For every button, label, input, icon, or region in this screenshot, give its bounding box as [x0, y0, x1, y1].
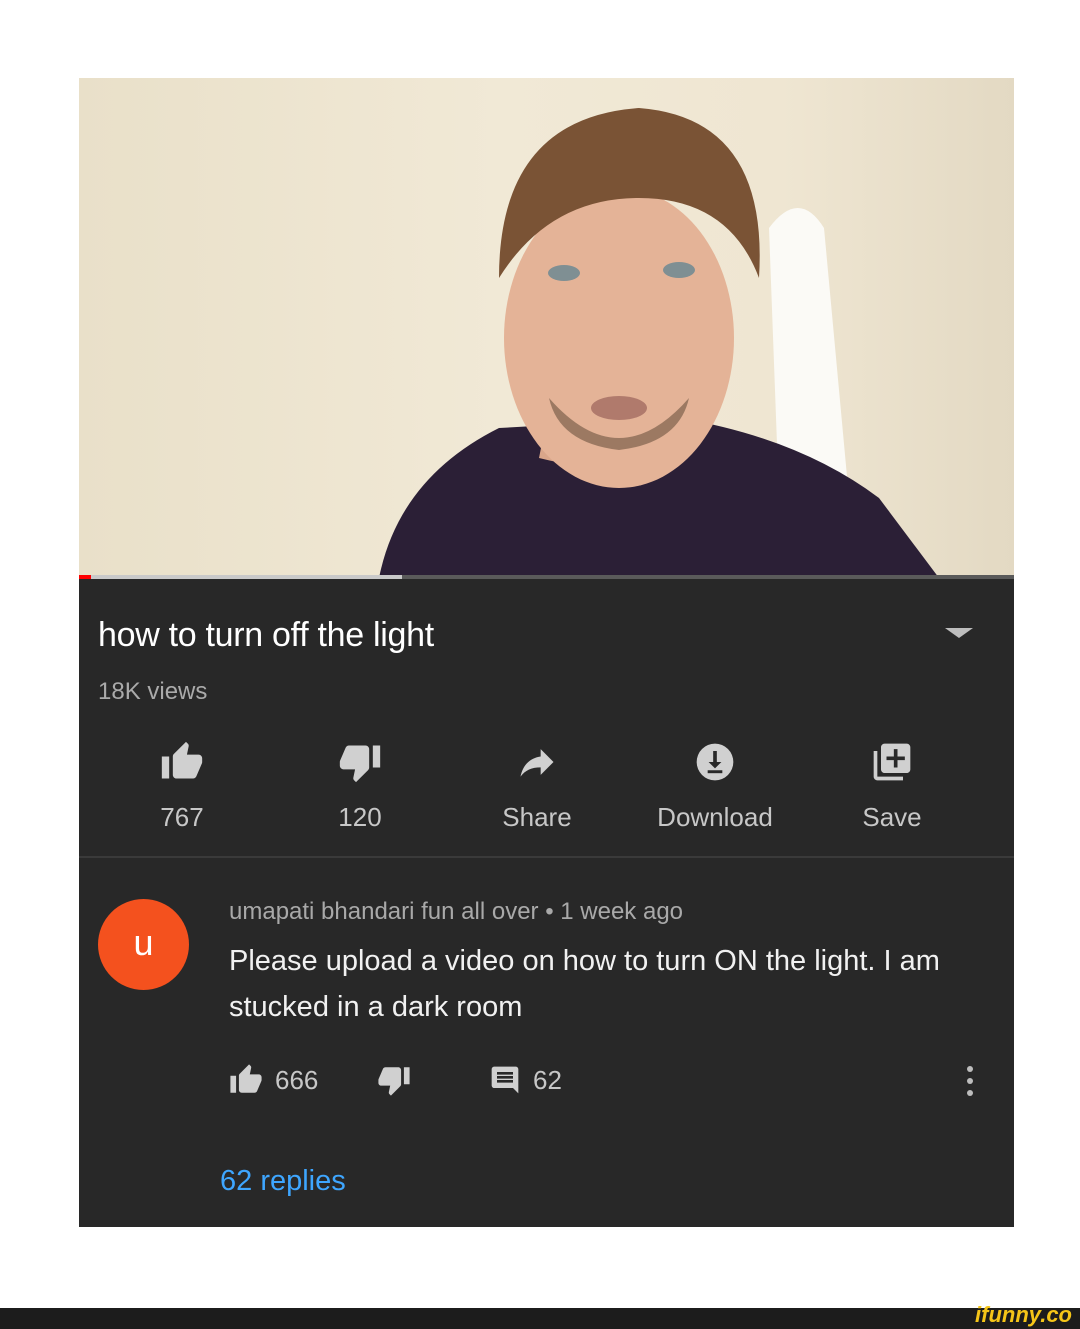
expand-description-icon[interactable]	[945, 628, 973, 638]
avatar[interactable]: u	[98, 899, 189, 990]
progress-buffered	[79, 575, 402, 579]
eye-left	[548, 265, 580, 281]
eye-right	[663, 262, 695, 278]
comment-icon	[491, 1066, 519, 1094]
like-button[interactable]: 767	[102, 740, 262, 833]
save-playlist-icon	[873, 743, 911, 781]
mouth-shape	[591, 396, 647, 420]
share-button[interactable]: Share	[457, 740, 617, 833]
view-count: 18K views	[98, 678, 208, 705]
comment-reply-button[interactable]: 62	[489, 1063, 562, 1097]
comment-dislike-button[interactable]	[377, 1063, 411, 1097]
footer-bar: ifunny.co	[0, 1302, 1080, 1329]
save-button[interactable]: Save	[812, 740, 972, 833]
share-label: Share	[502, 802, 572, 832]
view-replies-link[interactable]: 62 replies	[220, 1165, 346, 1198]
comment-like-count: 666	[275, 1064, 319, 1095]
dislike-count: 120	[338, 802, 382, 832]
thumbs-up-icon	[161, 741, 203, 779]
section-divider	[79, 856, 1014, 858]
video-title: how to turn off the light	[98, 616, 434, 654]
comment-text: Please upload a video on how to turn ON …	[229, 945, 940, 1023]
video-progress-bar[interactable]	[79, 575, 1014, 579]
download-label: Download	[657, 802, 773, 832]
download-button[interactable]: Download	[635, 740, 795, 833]
watermark-logo: ifunny.co	[975, 1302, 1072, 1327]
like-count: 767	[160, 802, 204, 832]
more-options-icon[interactable]	[965, 1066, 975, 1102]
save-label: Save	[862, 802, 922, 832]
video-card: how to turn off the light 18K views 767 …	[79, 78, 1014, 1227]
progress-played	[79, 575, 91, 579]
video-frame-illustration	[379, 108, 939, 578]
video-player[interactable]	[79, 78, 1014, 578]
thumbs-up-icon	[230, 1064, 262, 1093]
thumbs-down-icon	[378, 1067, 410, 1096]
share-icon	[520, 749, 554, 777]
comment-reply-count: 62	[533, 1064, 562, 1095]
dislike-button[interactable]: 120	[280, 740, 440, 833]
thumbs-down-icon	[339, 745, 381, 783]
comment-like-button[interactable]: 666	[229, 1063, 318, 1097]
comment-author-meta: umapati bhandari fun all over • 1 week a…	[229, 898, 684, 925]
download-icon	[696, 743, 734, 781]
